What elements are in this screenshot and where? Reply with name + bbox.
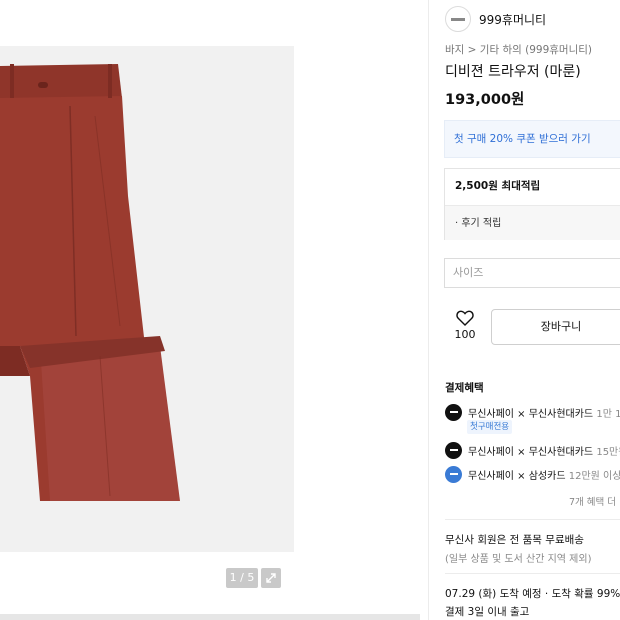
- brand-logo-icon: [445, 6, 471, 32]
- divider: [445, 573, 620, 574]
- add-to-cart-button[interactable]: 장바구니: [491, 309, 620, 345]
- breadcrumb[interactable]: 바지 > 기타 하의 (999휴머니티): [445, 42, 592, 57]
- expand-icon[interactable]: [261, 568, 281, 588]
- like-count: 100: [454, 328, 476, 341]
- product-price: 193,000원: [445, 92, 525, 108]
- card-icon: [445, 403, 462, 421]
- benefit-item[interactable]: 무신사페이 × 삼성카드 12만원 이상: [445, 465, 620, 483]
- points-max: 2,500원 최대적립: [455, 180, 541, 192]
- benefit-extra: 15만원: [596, 446, 620, 458]
- free-shipping-text: 무신사 회원은 전 품목 무료배송: [445, 534, 584, 546]
- pants-illustration: [0, 64, 180, 501]
- payment-benefits-title: 결제혜택: [445, 382, 484, 394]
- delivery-eta: 07.29 (화) 도착 예정 · 도착 확률 99%: [445, 588, 620, 600]
- first-purchase-tag: 첫구매전용: [467, 420, 513, 434]
- card-icon: [445, 465, 462, 483]
- coupon-banner[interactable]: 첫 구매 20% 쿠폰 받으러 가기: [444, 120, 620, 158]
- benefit-extra: 1만 1: [596, 408, 620, 420]
- benefit-item[interactable]: 무신사페이 × 무신사현대카드 15만원: [445, 441, 620, 459]
- brand-name: 999휴머니티: [479, 12, 547, 27]
- benefit-text: 무신사페이 × 삼성카드: [468, 470, 566, 482]
- divider: [445, 519, 620, 520]
- product-title: 디비젼 트라우저 (마룬): [445, 64, 581, 80]
- points-review: · 후기 적립: [445, 205, 620, 240]
- benefit-item[interactable]: 무신사페이 × 무신사현대카드 1만 1: [445, 403, 620, 421]
- dispatch-info: 결제 3일 이내 출고: [445, 606, 530, 618]
- shipping-exception-text: (일부 상품 및 도서 산간 지역 제외): [445, 554, 592, 565]
- image-counter: 1 / 5: [226, 568, 258, 588]
- benefit-text: 무신사페이 × 무신사현대카드: [468, 408, 594, 420]
- benefit-extra: 12만원 이상: [568, 470, 620, 482]
- product-page: 1 / 5 999휴머니티 바지 > 기타 하의 (999휴머니티) 디비젼 트…: [0, 0, 620, 620]
- benefit-text: 무신사페이 × 무신사현대카드: [468, 446, 594, 458]
- horizontal-scrollbar[interactable]: [0, 614, 420, 620]
- more-benefits-link[interactable]: 7개 혜택 더: [569, 494, 616, 508]
- product-info-panel: 999휴머니티 바지 > 기타 하의 (999휴머니티) 디비젼 트라우저 (마…: [428, 0, 620, 620]
- heart-icon: [456, 310, 474, 326]
- product-image[interactable]: [0, 46, 294, 552]
- card-icon: [445, 441, 462, 459]
- size-select[interactable]: 사이즈: [444, 258, 620, 288]
- points-box: 2,500원 최대적립 · 후기 적립: [444, 168, 620, 240]
- like-button[interactable]: 100: [445, 310, 485, 346]
- brand-link[interactable]: 999휴머니티: [445, 6, 546, 32]
